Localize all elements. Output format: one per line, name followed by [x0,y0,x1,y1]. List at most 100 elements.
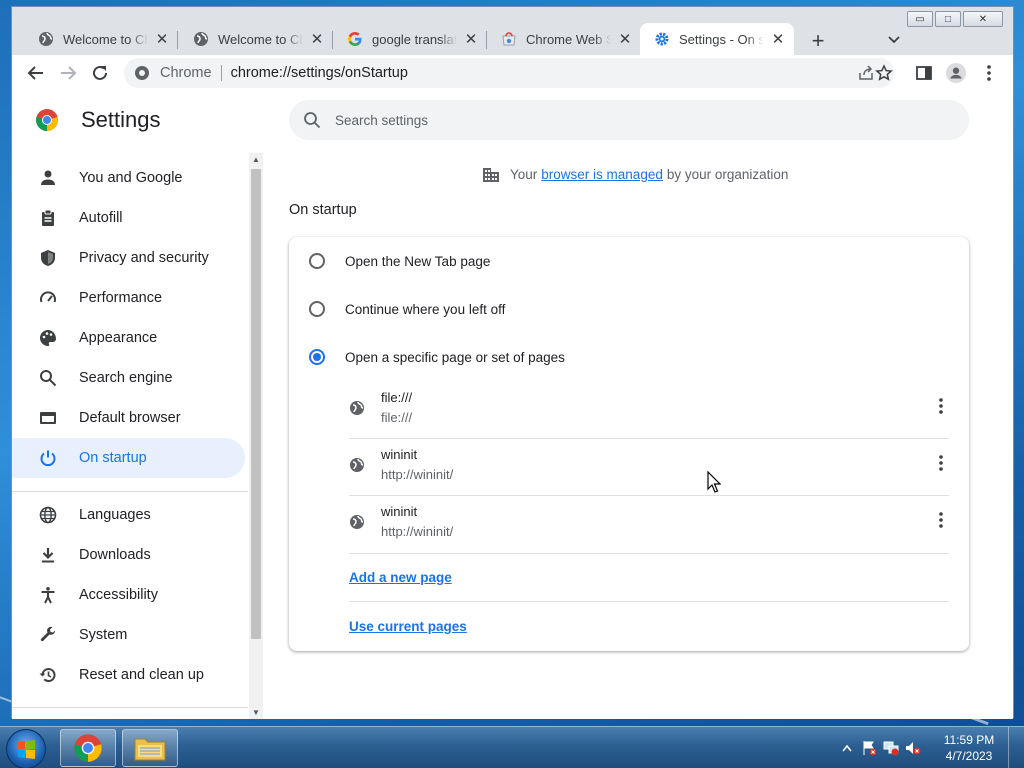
system-tray: 11:59 PM 4/7/2023 [836,727,1020,768]
sidebar-item-downloads[interactable]: Downloads [12,535,245,575]
search-icon [303,111,321,129]
sidebar-item-autofill[interactable]: Autofill [12,198,245,238]
settings-page: Settings Search settings You and Google … [12,91,1013,719]
scroll-up-arrow-icon[interactable]: ▲ [252,155,260,164]
taskbar-clock[interactable]: 11:59 PM 4/7/2023 [934,732,1004,764]
folder-icon [134,738,166,761]
page-url-text: file:/// [381,410,413,425]
close-tab-icon[interactable]: ✕ [463,30,479,48]
browser-window: ▭ □ ✕ Welcome to Chrome ✕ Welcome to Chr… [11,6,1014,719]
start-button[interactable] [6,729,46,768]
sidebar-item-on-startup[interactable]: On startup [12,438,245,478]
share-icon[interactable] [858,65,874,81]
option-specific-pages[interactable]: Open a specific page or set of pages [309,345,565,369]
close-tab-icon[interactable]: ✕ [770,30,786,48]
speedometer-icon [38,288,58,308]
forward-arrow-icon[interactable] [58,63,78,83]
tab-welcome-2[interactable]: Welcome to Chrome ✕ [179,23,333,55]
action-center-flag-icon[interactable] [861,740,877,756]
scroll-down-arrow-icon[interactable]: ▼ [252,708,260,717]
tab-chrome-web-store[interactable]: Chrome Web Store ✕ [487,23,641,55]
back-arrow-icon[interactable] [26,63,46,83]
globe-icon [349,400,365,416]
close-tab-icon[interactable]: ✕ [309,30,325,48]
scrollbar-thumb[interactable] [251,169,261,639]
sidebar-item-label: Performance [79,290,163,306]
tab-separator [177,31,178,49]
search-icon [38,368,58,388]
address-bar[interactable]: Chrome chrome://settings/onStartup [124,58,894,88]
tab-title: Chrome Web Store [526,31,611,47]
sidebar-item-label: Reset and clean up [79,667,204,683]
taskbar-explorer-button[interactable] [122,729,178,767]
taskbar-chrome-button[interactable] [60,729,116,767]
omnibox-separator [220,65,222,81]
sidebar-item-search-engine[interactable]: Search engine [12,358,245,398]
tab-welcome-1[interactable]: Welcome to Chrome ✕ [24,23,178,55]
sidebar-item-languages[interactable]: Languages [12,495,245,535]
sidebar-item-default-browser[interactable]: Default browser [12,398,245,438]
sidebar-item-accessibility[interactable]: Accessibility [12,575,245,615]
radio-button[interactable] [309,301,325,317]
volume-muted-icon[interactable] [905,740,921,756]
chrome-site-icon [134,65,150,81]
tab-settings[interactable]: Settings - On startup ✕ [640,23,794,55]
search-settings-input[interactable]: Search settings [289,100,969,140]
sidebar-item-reset[interactable]: Reset and clean up [12,655,245,695]
sidebar-item-label: You and Google [79,170,183,186]
option-new-tab[interactable]: Open the New Tab page [309,249,490,273]
page-title-text: file:/// [381,390,413,405]
bookmark-star-icon[interactable] [874,63,894,83]
profile-avatar-icon[interactable] [946,63,966,83]
use-current-pages-link[interactable]: Use current pages [349,619,467,634]
option-continue[interactable]: Continue where you left off [309,297,505,321]
browser-managed-link[interactable]: browser is managed [541,167,663,182]
sidebar-item-system[interactable]: System [12,615,245,655]
sidebar-item-performance[interactable]: Performance [12,278,245,318]
page-title-text: wininit [381,504,418,519]
startup-options-card: Open the New Tab page Continue where you… [289,237,969,651]
radio-button[interactable] [309,253,325,269]
more-actions-icon[interactable] [933,396,949,416]
add-new-page-link[interactable]: Add a new page [349,570,452,585]
close-tab-icon[interactable]: ✕ [617,30,633,48]
sidebar-item-appearance[interactable]: Appearance [12,318,245,358]
option-label: Continue where you left off [345,301,506,317]
sidebar-item-label: On startup [79,450,147,466]
sidebar-item-privacy[interactable]: Privacy and security [12,238,245,278]
power-icon [38,448,58,468]
browser-window-icon [38,408,58,428]
reload-icon[interactable] [90,63,110,83]
sidebar-item-label: Autofill [79,210,123,226]
chevron-down-icon[interactable] [886,31,902,47]
sidebar-item-you-and-google[interactable]: You and Google [12,158,245,198]
sidebar-item-label: Default browser [79,410,181,426]
option-label: Open a specific page or set of pages [345,349,565,365]
radio-button-checked[interactable] [309,349,325,365]
more-actions-icon[interactable] [933,510,949,530]
page-title-text: wininit [381,447,418,462]
wrench-icon [38,625,58,645]
web-store-icon [501,31,517,47]
sidebar-divider [12,491,248,492]
url-text[interactable]: chrome://settings/onStartup [231,65,408,81]
more-menu-icon[interactable] [979,63,999,83]
managed-suffix: by your organization [666,166,789,182]
sidebar-scrollbar[interactable]: ▲ ▼ [249,153,263,719]
windows-taskbar: 11:59 PM 4/7/2023 [0,726,1024,768]
managed-notice: Your browser is managed by your organiza… [482,165,788,183]
sidebar-item-label: System [79,627,128,643]
history-icon [38,665,58,685]
chrome-logo-icon [35,108,59,132]
clock-date: 4/7/2023 [945,749,993,763]
show-desktop-button[interactable] [1008,727,1020,768]
search-placeholder: Search settings [335,112,429,128]
show-hidden-icons-icon[interactable] [839,740,855,756]
tab-google-translate[interactable]: google translate ✕ [333,23,487,55]
more-actions-icon[interactable] [933,453,949,473]
network-icon[interactable] [883,740,899,756]
site-label: Chrome [160,65,212,81]
side-panel-icon[interactable] [914,63,934,83]
close-tab-icon[interactable]: ✕ [154,30,170,48]
new-tab-button[interactable]: + [806,29,830,53]
